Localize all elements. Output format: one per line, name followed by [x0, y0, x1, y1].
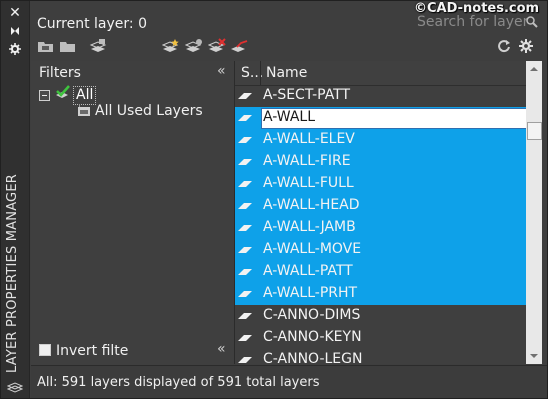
tree-item-all-used-layers[interactable]: All Used Layers — [95, 103, 203, 119]
invert-filter-label: Invert filte — [56, 343, 129, 359]
new-layer-icon[interactable] — [162, 38, 180, 54]
vertical-scrollbar[interactable] — [526, 61, 542, 364]
layer-status-icon — [238, 159, 252, 165]
refresh-icon[interactable] — [495, 38, 513, 54]
layer-name: A-WALL-HEAD — [263, 197, 360, 213]
layer-rows: A-SECT-PATT A-WALL A-WALL-ELEV A-WALL-FIRE A… — [235, 85, 527, 364]
layer-status-icon — [238, 203, 252, 209]
layer-status-icon — [238, 93, 252, 99]
settings-icon[interactable] — [517, 38, 535, 54]
layer-status-icon — [238, 115, 252, 121]
layer-name: C-ANNO-DIMS — [263, 307, 361, 323]
collapse-filters-bottom-icon[interactable]: « — [217, 341, 225, 357]
layer-row[interactable]: C-ANNO-DIMS — [235, 305, 527, 327]
status-bar: All: 591 layers displayed of 591 total l… — [31, 365, 547, 398]
layer-status-icon — [238, 269, 252, 275]
layer-name: A-WALL-ELEV — [263, 131, 355, 147]
properties-icon[interactable] — [7, 41, 23, 57]
layer-status-icon — [238, 247, 252, 253]
scroll-thumb[interactable] — [527, 122, 542, 140]
all-filter-icon — [56, 85, 70, 98]
layer-status-icon — [238, 137, 252, 143]
layer-status-icon — [238, 291, 252, 297]
scroll-down-icon[interactable] — [526, 348, 542, 364]
filters-title: Filters — [39, 65, 81, 81]
layer-name: A-WALL-FULL — [263, 175, 354, 191]
palette-title: LAYER PROPERTIES MANAGER — [5, 174, 20, 373]
invert-filter-checkbox[interactable]: Invert filte — [39, 343, 128, 359]
close-icon[interactable]: ✕ — [7, 5, 23, 21]
palette-title-strip: ✕ LAYER PROPERTIES MANAGER — [1, 1, 30, 398]
new-group-filter-icon[interactable] — [59, 38, 77, 54]
used-layers-filter-icon — [78, 107, 90, 116]
filters-panel: Filters « All All Used Layers Invert fil… — [31, 61, 234, 365]
layer-row[interactable]: A-WALL-MOVE — [235, 239, 527, 261]
watermark: ©CAD-notes.com — [414, 1, 540, 16]
tree-collapse-toggle[interactable] — [39, 90, 50, 101]
layer-status-icon — [238, 313, 252, 319]
auto-hide-icon[interactable] — [7, 23, 23, 39]
search-placeholder: Search for layer — [417, 14, 529, 30]
layer-states-manager-icon[interactable] — [89, 38, 107, 54]
set-current-icon[interactable] — [230, 38, 248, 54]
layer-status-icon — [238, 181, 252, 187]
column-divider[interactable] — [260, 61, 261, 85]
layer-name: A-WALL-PATT — [263, 263, 353, 279]
layer-properties-manager-window: ✕ LAYER PROPERTIES MANAGER Current layer… — [0, 0, 548, 399]
layer-name: A-WALL-FIRE — [263, 153, 351, 169]
tree-item-all[interactable]: All — [73, 86, 97, 105]
layer-row[interactable]: A-WALL-JAMB — [235, 217, 527, 239]
layer-row[interactable]: A-SECT-PATT — [235, 85, 527, 107]
search-icon — [526, 16, 538, 28]
name-column-header[interactable]: Name — [266, 65, 307, 81]
layer-row[interactable]: C-ANNO-LEGN — [235, 349, 527, 364]
layer-row[interactable]: A-WALL-ELEV — [235, 129, 527, 151]
checkbox-box[interactable] — [39, 344, 51, 356]
layer-name: A-WALL-MOVE — [263, 241, 362, 257]
new-layer-vp-frozen-icon[interactable] — [185, 38, 203, 54]
list-header: S... Name — [235, 61, 527, 86]
layer-row[interactable]: A-WALL-HEAD — [235, 195, 527, 217]
layer-name: A-SECT-PATT — [263, 87, 351, 103]
layer-name: A-WALL-PRHT — [263, 285, 358, 301]
layer-name: C-ANNO-LEGN — [263, 351, 363, 364]
layer-row[interactable]: A-WALL-PATT — [235, 261, 527, 283]
layer-list: S... Name A-SECT-PATT A-WALL A-WALL-ELEV A-… — [234, 61, 527, 364]
layers-icon — [6, 379, 24, 393]
layer-row[interactable]: A-WALL-PRHT — [235, 283, 527, 305]
layer-status-icon — [238, 225, 252, 231]
layer-row[interactable]: A-WALL — [235, 107, 527, 129]
layer-name: C-ANNO-KEYN — [263, 329, 362, 345]
layer-row[interactable]: A-WALL-FULL — [235, 173, 527, 195]
delete-layer-icon[interactable] — [208, 38, 226, 54]
layer-name: A-WALL — [263, 109, 316, 125]
collapse-filters-icon[interactable]: « — [217, 63, 225, 79]
scroll-up-icon[interactable] — [526, 61, 542, 77]
layer-name: A-WALL-JAMB — [263, 219, 356, 235]
layer-row[interactable]: C-ANNO-KEYN — [235, 327, 527, 349]
search-input[interactable]: Search for layer — [417, 13, 540, 33]
current-layer-label: Current layer: 0 — [37, 16, 147, 32]
status-text: All: 591 layers displayed of 591 total l… — [37, 375, 320, 390]
layer-status-icon — [238, 335, 252, 341]
new-property-filter-icon[interactable] — [37, 38, 55, 54]
layer-status-icon — [238, 357, 252, 363]
layer-row[interactable]: A-WALL-FIRE — [235, 151, 527, 173]
